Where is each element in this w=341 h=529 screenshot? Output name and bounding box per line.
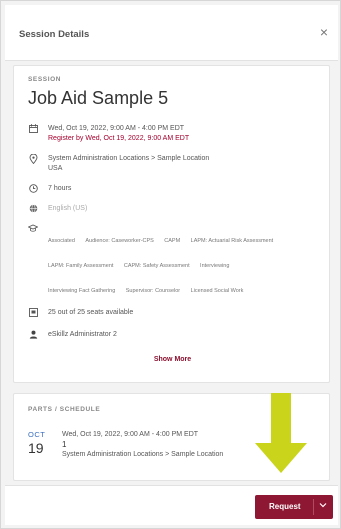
globe-icon	[28, 204, 38, 214]
language-text: English (US)	[48, 205, 88, 212]
show-more-button[interactable]: Show More	[14, 356, 331, 363]
tag-item: CAPM	[164, 238, 181, 244]
tag-item: LAPM: Actuarial Risk Assessment	[190, 238, 274, 244]
duration-text: 7 hours	[48, 185, 72, 192]
date-row: Wed, Oct 19, 2022, 9:00 AM - 4:00 PM EDT…	[28, 124, 318, 146]
tag-item: Supervisor: Counselor	[125, 288, 181, 294]
language-row: English (US)	[28, 204, 318, 216]
location-row: System Administration Locations > Sample…	[28, 153, 318, 176]
dialog-title: Session Details	[19, 29, 90, 40]
tag-list: Associated Audience: Caseworker-CPS CAPM…	[48, 229, 308, 304]
instructor-name: eSkillz Administrator 2	[48, 331, 117, 338]
event-title: Job Aid Sample 5	[28, 88, 169, 108]
dialog-header: Session Details ×	[5, 5, 338, 61]
chevron-down-icon[interactable]	[319, 501, 327, 511]
tag-item: Audience: Caseworker-CPS	[85, 238, 154, 244]
request-button[interactable]: Request	[255, 495, 333, 519]
button-divider	[313, 499, 314, 515]
dialog-footer: Request	[5, 485, 338, 525]
instructor-row: eSkillz Administrator 2	[28, 330, 318, 342]
tag-item: CAPM: Safety Assessment	[123, 263, 190, 269]
location-pin-icon	[28, 153, 38, 165]
session-date: Wed, Oct 19, 2022, 9:00 AM - 4:00 PM EDT	[48, 125, 185, 132]
seats-icon	[28, 308, 38, 318]
seats-text: 25 out of 25 seats available	[48, 309, 134, 316]
schedule-day: 19	[28, 440, 44, 456]
graduation-cap-icon	[27, 224, 39, 234]
section-label-session: SESSION	[28, 76, 62, 83]
date-text: Wed, Oct 19, 2022, 9:00 AM - 4:00 PM EDT…	[48, 124, 189, 144]
schedule-date: OCT 19	[28, 430, 56, 456]
session-card: SESSION Job Aid Sample 5 Wed, Oct 19, 20…	[13, 65, 330, 383]
user-icon	[28, 330, 38, 340]
close-icon[interactable]: ×	[320, 24, 328, 40]
tag-item: Licensed Social Work	[190, 288, 244, 294]
location-text: System Administration Locations > Sample…	[48, 154, 209, 174]
tag-item: Associated	[48, 238, 75, 244]
arrow-down-annotation	[255, 393, 307, 473]
tag-item: Interviewing	[200, 263, 230, 269]
seats-row: 25 out of 25 seats available	[28, 308, 318, 320]
schedule-month: OCT	[28, 430, 46, 439]
tag-item: LAPM: Family Assessment	[48, 263, 114, 269]
duration-row: 7 hours	[28, 184, 318, 196]
register-by: Register by Wed, Oct 19, 2022, 9:00 AM E…	[48, 135, 190, 142]
calendar-icon	[28, 124, 38, 134]
location-line-1: System Administration Locations > Sample…	[48, 155, 210, 162]
section-label-parts: PARTS / SCHEDULE	[28, 406, 101, 413]
location-line-2: USA	[48, 165, 63, 172]
request-button-label: Request	[269, 502, 301, 511]
tag-item: Interviewing Fact Gathering	[48, 288, 116, 294]
session-details-dialog: Session Details × SESSION Job Aid Sample…	[0, 0, 341, 529]
clock-icon	[28, 184, 38, 194]
